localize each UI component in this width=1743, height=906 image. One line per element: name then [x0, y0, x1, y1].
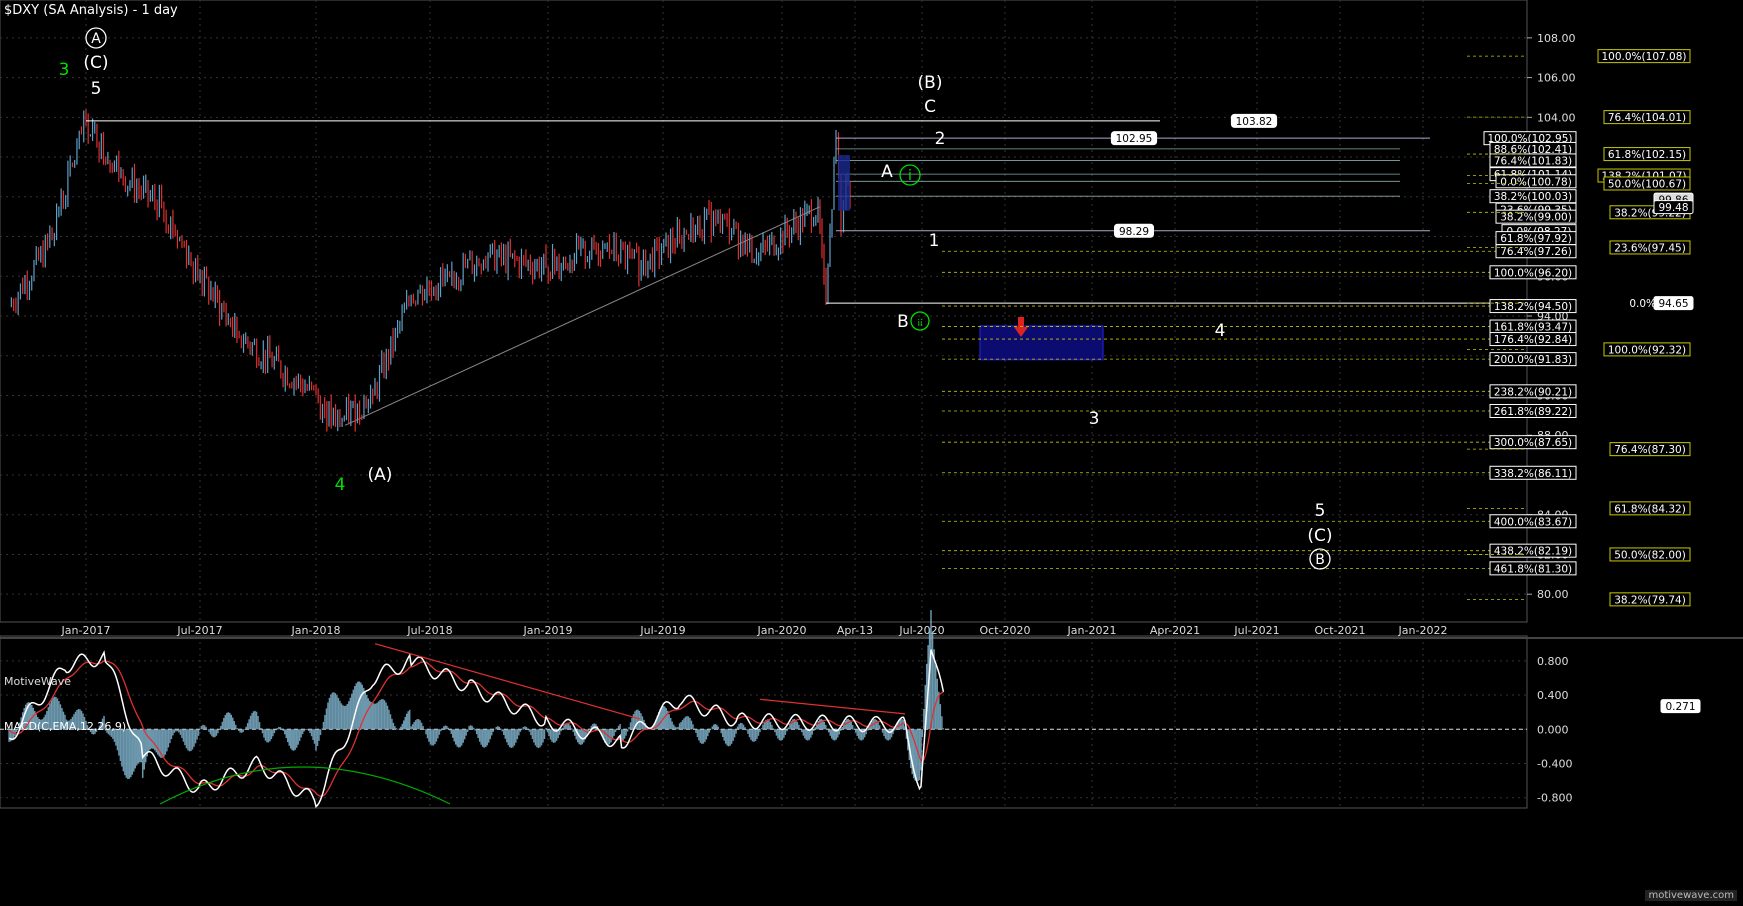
price-tag-9465: 94.65	[1658, 298, 1688, 310]
x-tick-5: Jul-2019	[639, 624, 685, 637]
chart-canvas[interactable]: 108.00106.00104.00102.00100.0098.0096.00…	[0, 0, 1743, 902]
fib-center-label-19: 338.2%(86.11)	[1494, 468, 1572, 480]
wave-label-4: 4	[335, 475, 346, 495]
fib-center-label-15: 200.0%(91.83)	[1494, 354, 1572, 366]
fib-center-label-21: 438.2%(82.19)	[1494, 546, 1572, 558]
wave-label-18: B	[1315, 552, 1325, 568]
fib-center-label-10: 76.4%(97.26)	[1500, 246, 1572, 258]
fib-center-label-4: 0.0%(100.78)	[1500, 176, 1572, 188]
fib-center-label-7: 38.2%(99.00)	[1500, 212, 1572, 224]
price-y-tick-14: 80.00	[1537, 588, 1569, 601]
wave-label-12: 2	[935, 129, 946, 149]
macd-y-tick-3: -0.400	[1537, 757, 1572, 770]
wave-label-15: 3	[1089, 409, 1100, 429]
motivewave-watermark: MotiveWave	[4, 675, 72, 688]
fib-center-label-9: 61.8%(97.92)	[1500, 233, 1572, 245]
fib-center-label-5: 38.2%(100.03)	[1494, 191, 1572, 203]
fib-right-label-10: 61.8%(84.32)	[1614, 503, 1686, 515]
macd-arc	[159, 766, 451, 805]
brand-footer: motivewave.com	[1645, 890, 1737, 901]
macd-y-tick-1: 0.400	[1537, 689, 1569, 702]
wave-label-3: 5	[91, 79, 102, 99]
level-tag-10295: 102.95	[1116, 133, 1153, 145]
macd-trendline-2	[759, 698, 906, 715]
x-tick-9: Oct-2020	[980, 624, 1031, 637]
fib-right-label-1: 76.4%(104.01)	[1608, 112, 1686, 124]
x-tick-0: Jan-2017	[61, 624, 111, 637]
fib-center-label-13: 161.8%(93.47)	[1494, 322, 1572, 334]
chart-title: $DXY (SA Analysis) - 1 day	[4, 3, 178, 18]
wave-label-1: A	[91, 31, 101, 47]
wave-label-11: ii	[917, 319, 922, 329]
fib-right-label-7: 0.0%	[1629, 298, 1656, 310]
level-tag-9829: 98.29	[1119, 226, 1149, 238]
fib-right-label-9: 76.4%(87.30)	[1614, 444, 1686, 456]
wave-label-0: 3	[59, 60, 70, 80]
wave-label-17: (C)	[1307, 526, 1332, 546]
x-tick-4: Jan-2019	[523, 624, 573, 637]
wave-label-6: (B)	[918, 73, 943, 93]
x-tick-14: Jan-2022	[1398, 624, 1448, 637]
macd-y-tick-2: 0.000	[1537, 723, 1569, 736]
macd-signal-line	[8, 660, 944, 797]
x-tick-1: Jul-2017	[176, 624, 222, 637]
x-tick-2: Jan-2018	[291, 624, 341, 637]
price-y-tick-1: 106.00	[1537, 72, 1576, 85]
fib-right-label-6: 23.6%(97.45)	[1614, 242, 1686, 254]
fib-right-label-0: 100.0%(107.08)	[1602, 51, 1687, 63]
macd-line	[8, 649, 945, 809]
fib-center-label-17: 261.8%(89.22)	[1494, 406, 1572, 418]
x-tick-8: Jul-2020	[898, 624, 944, 637]
x-tick-6: Jan-2020	[757, 624, 807, 637]
wave-label-7: C	[924, 97, 936, 117]
target-box	[979, 325, 1104, 361]
macd-y-tick-4: -0.800	[1537, 792, 1572, 805]
wave-label-5: (A)	[368, 465, 393, 485]
fib-center-label-11: 100.0%(96.20)	[1494, 267, 1572, 279]
x-tick-3: Jul-2018	[406, 624, 452, 637]
fib-center-label-2: 76.4%(101.83)	[1494, 155, 1572, 167]
x-tick-13: Oct-2021	[1315, 624, 1366, 637]
chart-svg[interactable]: 108.00106.00104.00102.00100.0098.0096.00…	[0, 0, 1743, 902]
x-tick-10: Jan-2021	[1067, 624, 1117, 637]
fib-box-small	[838, 155, 850, 211]
x-tick-11: Apr-2021	[1150, 624, 1200, 637]
fib-right-label-12: 38.2%(79.74)	[1614, 594, 1686, 606]
wave-label-2: (C)	[83, 53, 108, 73]
wave-label-9: i	[908, 168, 912, 184]
wave-label-10: B	[897, 312, 909, 332]
fib-center-label-18: 300.0%(87.65)	[1494, 437, 1572, 449]
wave-label-13: 1	[929, 231, 940, 251]
macd-last-tag: 0.271	[1665, 701, 1695, 713]
wave-label-14: 4	[1215, 321, 1226, 341]
wave-label-8: A	[881, 162, 893, 182]
level-tag-103: 103.82	[1236, 116, 1273, 128]
price-tag-9948: 99.48	[1658, 202, 1688, 214]
fib-right-label-8: 100.0%(92.32)	[1608, 344, 1686, 356]
price-panel-frame	[0, 0, 1528, 623]
price-y-tick-2: 104.00	[1537, 111, 1576, 124]
fib-right-label-2: 61.8%(102.15)	[1608, 149, 1686, 161]
wave-label-16: 5	[1315, 501, 1326, 521]
fib-right-label-11: 50.0%(82.00)	[1614, 549, 1686, 561]
fib-center-label-22: 461.8%(81.30)	[1494, 563, 1572, 575]
fib-center-label-20: 400.0%(83.67)	[1494, 516, 1572, 528]
fib-center-label-14: 176.4%(92.84)	[1494, 334, 1572, 346]
x-tick-12: Jul-2021	[1233, 624, 1279, 637]
price-candles	[10, 109, 851, 432]
fib-right-label-4: 50.0%(100.67)	[1608, 178, 1686, 190]
fib-center-label-16: 238.2%(90.21)	[1494, 386, 1572, 398]
x-tick-7: Apr-13	[837, 624, 873, 637]
macd-title: MACD(C,EMA,12,26,9)	[4, 720, 127, 733]
price-y-tick-0: 108.00	[1537, 32, 1576, 45]
macd-y-tick-0: 0.800	[1537, 655, 1569, 668]
